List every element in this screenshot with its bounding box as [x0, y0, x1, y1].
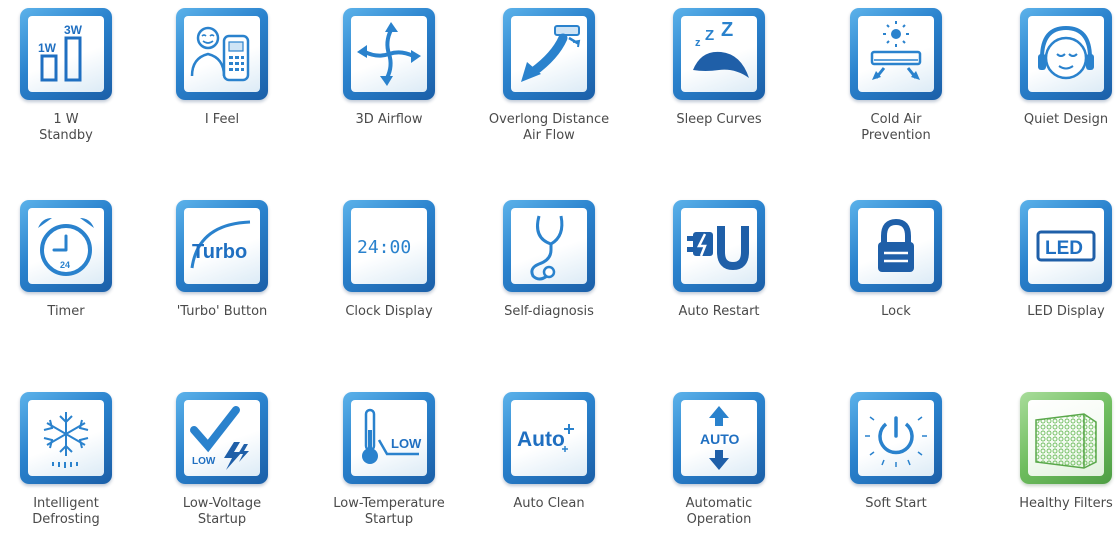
- svg-text:3W: 3W: [64, 23, 83, 37]
- feature-soft-start: Soft Start: [816, 392, 976, 512]
- feature-turbo-button: Turbo 'Turbo' Button: [142, 200, 302, 320]
- feature-intelligent-defrosting: Intelligent Defrosting: [0, 392, 146, 528]
- three-d-airflow-icon: [357, 22, 421, 86]
- feature-label: Low-Temperature Startup: [333, 496, 445, 527]
- svg-text:Z: Z: [721, 19, 733, 41]
- auto-clean-icon: Auto: [517, 424, 574, 452]
- low-voltage-icon: LOW: [190, 406, 249, 470]
- feature-label: I Feel: [204, 112, 240, 127]
- feature-tile: 1W 3W: [20, 8, 112, 100]
- feature-label: Soft Start: [865, 496, 927, 511]
- long-distance-airflow-icon: [521, 25, 581, 82]
- feature-label: Healthy Filters: [1019, 496, 1113, 511]
- feature-auto-restart: Auto Restart: [639, 200, 799, 320]
- feature-label: Auto Restart: [678, 304, 760, 319]
- feature-tile: 24:00: [343, 200, 435, 292]
- feature-i-feel: I Feel: [142, 8, 302, 128]
- feature-label: Sleep Curves: [676, 112, 762, 127]
- feature-label: 'Turbo' Button: [176, 304, 268, 319]
- feature-label: Cold Air Prevention: [861, 112, 931, 143]
- padlock-icon: [878, 218, 914, 272]
- quiet-headphones-icon: [1038, 25, 1094, 80]
- feature-tile: AUTO: [673, 392, 765, 484]
- feature-label: Clock Display: [345, 304, 433, 319]
- feature-tile: LED: [1020, 200, 1112, 292]
- automatic-operation-icon: AUTO: [700, 406, 740, 470]
- plug-restart-icon: [687, 226, 749, 271]
- feature-tile: [1020, 8, 1112, 100]
- low-temperature-icon: LOW: [362, 408, 422, 464]
- feature-tile: [673, 200, 765, 292]
- feature-tile: Turbo: [176, 200, 268, 292]
- snowflake-icon: [43, 412, 89, 468]
- feature-quiet-design: Quiet Design: [986, 8, 1120, 128]
- feature-label: Lock: [881, 304, 911, 319]
- svg-text:1W: 1W: [38, 41, 57, 55]
- feature-tile: [20, 392, 112, 484]
- feature-label: Auto Clean: [513, 496, 585, 511]
- svg-text:Turbo: Turbo: [192, 241, 247, 263]
- soft-start-power-icon: [865, 416, 927, 467]
- feature-tile: [850, 392, 942, 484]
- svg-text:Z: Z: [705, 27, 714, 44]
- feature-label: Automatic Operation: [685, 496, 753, 527]
- alarm-clock-icon: 24: [38, 218, 94, 276]
- feature-low-voltage-startup: LOW Low-Voltage Startup: [142, 392, 302, 528]
- feature-label: 1 W Standby: [39, 112, 93, 143]
- clock-display-icon: 24:00: [357, 237, 411, 258]
- feature-low-temperature-startup: LOW Low-Temperature Startup: [309, 392, 469, 528]
- feature-overlong-distance-air-flow: Overlong Distance Air Flow: [469, 8, 629, 144]
- svg-text:LED: LED: [1045, 238, 1083, 259]
- svg-text:LOW: LOW: [192, 456, 216, 467]
- feature-tile: [176, 8, 268, 100]
- feature-lock: Lock: [816, 200, 976, 320]
- feature-timer: 24 Timer: [0, 200, 146, 320]
- svg-text:Auto: Auto: [517, 428, 565, 451]
- feature-auto-clean: Auto Auto Clean: [469, 392, 629, 512]
- feature-tile: [503, 200, 595, 292]
- feature-label: LED Display: [1027, 304, 1105, 319]
- cold-air-prevention-icon: [870, 21, 922, 80]
- feature-label: Quiet Design: [1023, 112, 1109, 127]
- feature-label: Low-Voltage Startup: [182, 496, 262, 527]
- filter-mesh-icon: [1035, 413, 1097, 469]
- feature-tile: LOW: [343, 392, 435, 484]
- feature-tile: Auto: [503, 392, 595, 484]
- led-display-icon: LED: [1036, 230, 1096, 262]
- feature-clock-display: 24:00 Clock Display: [309, 200, 469, 320]
- feature-tile: [850, 8, 942, 100]
- feature-self-diagnosis: Self-diagnosis: [469, 200, 629, 320]
- svg-text:24:00: 24:00: [357, 237, 411, 258]
- feature-led-display: LED LED Display: [986, 200, 1120, 320]
- sleep-icon: z Z Z: [693, 19, 749, 78]
- svg-text:LOW: LOW: [391, 436, 422, 451]
- standby-power-icon: 1W 3W: [38, 23, 83, 82]
- feature-3d-airflow: 3D Airflow: [309, 8, 469, 128]
- feature-tile: [503, 8, 595, 100]
- feature-tile: LOW: [176, 392, 268, 484]
- svg-text:AUTO: AUTO: [700, 431, 740, 447]
- svg-text:z: z: [695, 37, 701, 49]
- person-remote-icon: [190, 26, 250, 82]
- feature-automatic-operation: AUTO Automatic Operation: [639, 392, 799, 528]
- feature-1w-standby: 1W 3W 1 W Standby: [0, 8, 146, 144]
- feature-label: Timer: [47, 304, 85, 319]
- feature-label: Self-diagnosis: [504, 304, 594, 319]
- feature-label: Intelligent Defrosting: [32, 496, 100, 527]
- feature-tile: 24: [20, 200, 112, 292]
- turbo-icon: Turbo: [190, 220, 251, 269]
- feature-label: Overlong Distance Air Flow: [488, 112, 610, 143]
- feature-tile: [850, 200, 942, 292]
- feature-tile: [343, 8, 435, 100]
- feature-tile: [1020, 392, 1112, 484]
- feature-label: 3D Airflow: [355, 112, 423, 127]
- feature-sleep-curves: z Z Z Sleep Curves: [639, 8, 799, 128]
- stethoscope-icon: [530, 215, 564, 281]
- feature-grid: 1W 3W 1 W Standby I Feel 3D Airflow Over…: [0, 0, 1120, 544]
- feature-cold-air-prevention: Cold Air Prevention: [816, 8, 976, 144]
- svg-text:24: 24: [60, 260, 70, 270]
- feature-healthy-filters: Healthy Filters: [986, 392, 1120, 512]
- feature-tile: z Z Z: [673, 8, 765, 100]
